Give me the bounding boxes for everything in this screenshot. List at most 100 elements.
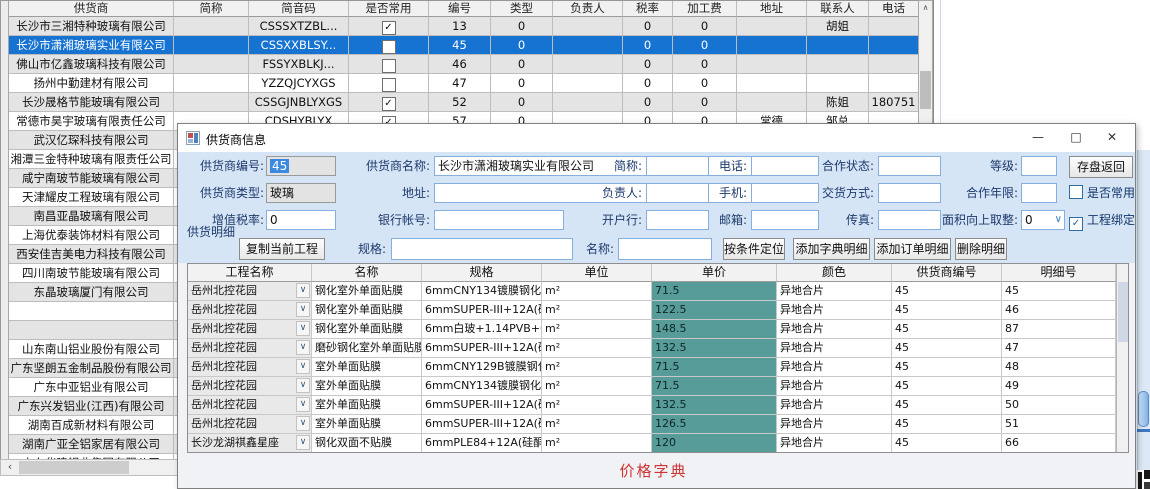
supplier-row[interactable]: 长沙市三湘特种玻璃有限公司CSSSXTZBL...✓13000胡姐 [9,17,918,36]
detail-cell-detail_id[interactable]: 66 [1002,434,1116,453]
maximize-button[interactable]: □ [1059,124,1093,151]
detail-cell-detail_id[interactable]: 45 [1002,282,1116,301]
chevron-down-icon[interactable]: ∨ [296,359,310,374]
name-filter-input[interactable] [618,238,712,260]
detail-cell-name[interactable]: 室外单面贴膜 [312,396,422,415]
detail-cell-supplier_id[interactable]: 45 [892,320,1002,339]
area_round-field[interactable]: 0∨ [1021,210,1065,230]
detail-column-header-unit[interactable]: 单位 [542,264,652,282]
detail-cell-unit[interactable]: m² [542,396,652,415]
supplier-row[interactable]: 扬州中勤建材有限公司YZZQJCYXGS47000 [9,74,918,93]
detail-cell-color[interactable]: 异地合片 [777,301,892,320]
detail-cell-name[interactable]: 磨砂钢化室外单面贴膜 [312,339,422,358]
checkbox-icon[interactable]: ✓ [1069,217,1083,231]
detail-cell-unit[interactable]: m² [542,358,652,377]
chevron-down-icon[interactable]: ∨ [296,416,310,431]
save-return-button[interactable]: 存盘返回 [1069,156,1133,178]
detail-cell-detail_id[interactable]: 51 [1002,415,1116,434]
detail-cell-price[interactable]: 132.5 [652,396,777,415]
common-checkbox[interactable]: 是否常用 [1069,185,1135,203]
detail-row[interactable]: 岳州北控花园∨室外单面贴膜6mmCNY134镀膜钢化m²71.5异地合片4549 [188,377,1116,396]
close-button[interactable]: ✕ [1095,124,1129,151]
detail-cell-detail_id[interactable]: 46 [1002,301,1116,320]
detail-cell-color[interactable]: 异地合片 [777,339,892,358]
detail-cell-project[interactable]: 岳州北控花园∨ [188,301,312,320]
background-scroll-thumb[interactable] [1138,391,1149,427]
detail-column-header-price[interactable]: 单价 [652,264,777,282]
chevron-down-icon[interactable]: ∨ [296,283,310,298]
detail-cell-project[interactable]: 岳州北控花园∨ [188,358,312,377]
detail-cell-spec[interactable]: 6mmSUPER-III+12A(硅... [422,396,542,415]
chevron-down-icon[interactable]: ∨ [1055,213,1062,227]
copy-current-project-button[interactable]: 复制当前工程 [239,238,325,260]
detail-row[interactable]: 岳州北控花园∨钢化室外单面贴膜6mmCNY134镀膜钢化m²71.5异地合片45… [188,282,1116,301]
supplier_type-field[interactable]: 玻璃 [266,183,336,203]
column-header-phone[interactable]: 电话 [869,1,918,17]
detail-cell-name[interactable]: 室外单面贴膜 [312,377,422,396]
detail-cell-name[interactable]: 钢化室外单面贴膜 [312,301,422,320]
column-header-manager[interactable]: 负责人 [553,1,623,17]
detail-cell-unit[interactable]: m² [542,282,652,301]
bank_branch-field[interactable] [646,210,709,230]
detail-cell-supplier_id[interactable]: 45 [892,301,1002,320]
column-header-common[interactable]: 是否常用 [349,1,429,17]
detail-cell-price[interactable]: 71.5 [652,358,777,377]
detail-column-header-project[interactable]: 工程名称 [188,264,312,282]
minimize-button[interactable]: — [1021,124,1055,151]
detail-cell-supplier_id[interactable]: 45 [892,396,1002,415]
detail-column-header-name[interactable]: 名称 [312,264,422,282]
detail-cell-supplier_id[interactable]: 45 [892,358,1002,377]
detail-cell-detail_id[interactable]: 47 [1002,339,1116,358]
email-field[interactable] [751,210,819,230]
detail-cell-spec[interactable]: 6mmCNY129B镀膜钢化 [422,358,542,377]
detail-column-header-supplier_id[interactable]: 供货商编号 [892,264,1002,282]
supplier_id-field[interactable]: 45 [266,156,336,176]
supplier-row[interactable]: 佛山市亿鑫玻璃科技有限公司FSSYXBLKJ...46000 [9,55,918,74]
detail-cell-price[interactable]: 122.5 [652,301,777,320]
detail-cell-price[interactable]: 148.5 [652,320,777,339]
vat_rate-field[interactable]: 0 [266,210,336,230]
detail-cell-color[interactable]: 异地合片 [777,415,892,434]
grade-field[interactable] [1021,156,1057,176]
coop_years-field[interactable] [1021,183,1057,203]
chevron-down-icon[interactable]: ∨ [296,340,310,355]
detail-cell-spec[interactable]: 6mmPLE84+12A(硅酮胶... [422,434,542,453]
project-bind-checkbox[interactable]: ✓工程绑定 [1069,212,1135,230]
detail-row[interactable]: 岳州北控花园∨室外单面贴膜6mmSUPER-III+12A(硅...m²132.… [188,396,1116,415]
detail-cell-name[interactable]: 钢化双面不贴膜 [312,434,422,453]
detail-cell-project[interactable]: 岳州北控花园∨ [188,396,312,415]
detail-column-header-color[interactable]: 颜色 [777,264,892,282]
detail-cell-unit[interactable]: m² [542,320,652,339]
column-header-address[interactable]: 地址 [737,1,807,17]
detail-cell-price[interactable]: 126.5 [652,415,777,434]
detail-cell-color[interactable]: 异地合片 [777,377,892,396]
spec-filter-input[interactable] [391,238,573,260]
detail-cell-project[interactable]: 长沙龙湖祺鑫星座∨ [188,434,312,453]
common-checkbox-icon[interactable]: ✓ [382,97,396,111]
manager-field[interactable] [646,183,709,203]
detail-cell-name[interactable]: 钢化室外单面贴膜 [312,320,422,339]
checkbox-icon[interactable] [1069,185,1083,199]
detail-cell-supplier_id[interactable]: 45 [892,377,1002,396]
detail-row[interactable]: 岳州北控花园∨磨砂钢化室外单面贴膜6mmSUPER-III+12A(硅...m²… [188,339,1116,358]
vscroll-thumb[interactable] [920,71,931,109]
detail-cell-unit[interactable]: m² [542,415,652,434]
detail-cell-spec[interactable]: 6mmSUPER-III+12A(硅... [422,339,542,358]
detail-cell-detail_id[interactable]: 87 [1002,320,1116,339]
detail-cell-unit[interactable]: m² [542,339,652,358]
detail-vscroll-thumb[interactable] [1118,282,1128,342]
column-header-short[interactable]: 简称 [174,1,249,17]
dialog-titlebar[interactable]: 供货商信息 — □ ✕ [178,124,1135,152]
detail-cell-supplier_id[interactable]: 45 [892,282,1002,301]
chevron-down-icon[interactable]: ∨ [296,378,310,393]
coop_status-field[interactable] [878,156,941,176]
detail-cell-name[interactable]: 钢化室外单面贴膜 [312,282,422,301]
detail-cell-detail_id[interactable]: 50 [1002,396,1116,415]
detail-cell-price[interactable]: 132.5 [652,339,777,358]
detail-cell-spec[interactable]: 6mm白玻+1.14PVB+6mm... [422,320,542,339]
detail-cell-price[interactable]: 120 [652,434,777,453]
detail-cell-project[interactable]: 岳州北控花园∨ [188,415,312,434]
detail-row[interactable]: 岳州北控花园∨室外单面贴膜6mmCNY129B镀膜钢化m²71.5异地合片454… [188,358,1116,377]
detail-cell-color[interactable]: 异地合片 [777,434,892,453]
delivery-field[interactable] [878,183,941,203]
